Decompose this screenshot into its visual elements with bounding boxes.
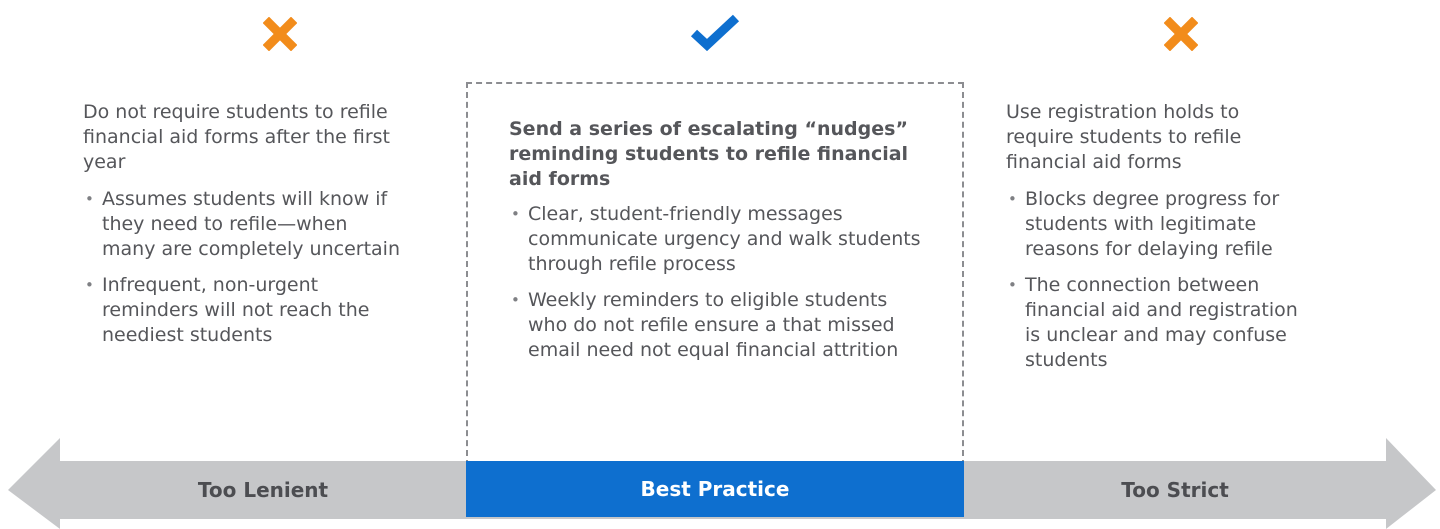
list-item: Blocks degree progress for students with…: [1006, 187, 1306, 262]
x-mark-icon: [263, 17, 297, 51]
too-lenient-label: Too Lenient: [197, 478, 329, 502]
best-practice-label: Best Practice: [466, 461, 964, 517]
best-practice-column: Send a series of escalating “nudges” rem…: [509, 117, 929, 374]
x-mark-icon: [1164, 17, 1198, 51]
list-item: Weekly reminders to eligible students wh…: [509, 288, 929, 363]
best-practice-heading: Send a series of escalating “nudges” rem…: [509, 118, 909, 190]
too-strict-heading: Use registration holds to require studen…: [1006, 101, 1242, 173]
checkmark-icon: [689, 13, 741, 51]
too-lenient-heading: Do not require students to refile financ…: [83, 101, 390, 173]
best-practice-bullets: Clear, student-friendly messages communi…: [509, 202, 929, 363]
too-strict-bullets: Blocks degree progress for students with…: [1006, 187, 1306, 373]
too-strict-column: Use registration holds to require studen…: [1006, 100, 1306, 384]
list-item: Assumes students will know if they need …: [83, 187, 403, 262]
list-item: Clear, student-friendly messages communi…: [509, 202, 929, 277]
list-item: Infrequent, non-urgent reminders will no…: [83, 273, 403, 348]
too-lenient-bullets: Assumes students will know if they need …: [83, 187, 403, 348]
too-lenient-column: Do not require students to refile financ…: [83, 100, 403, 359]
too-strict-label: Too Strict: [1121, 478, 1229, 502]
list-item: The connection between financial aid and…: [1006, 273, 1306, 373]
